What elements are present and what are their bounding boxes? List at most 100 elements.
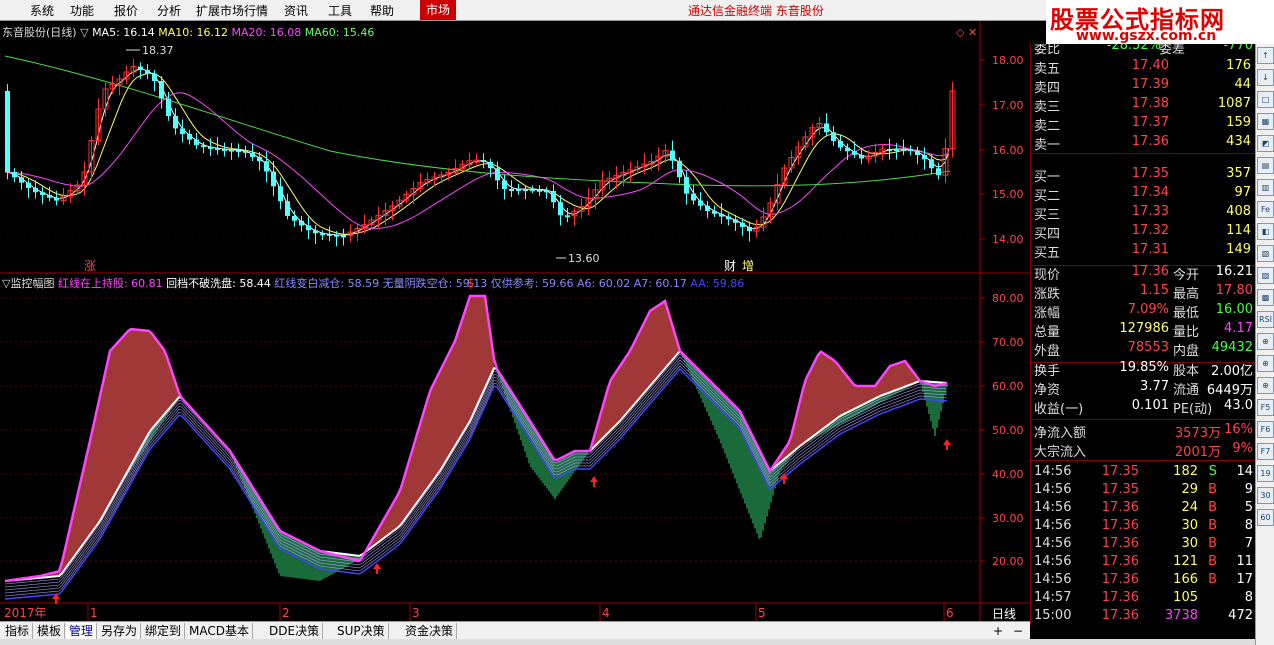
stat-row: 现价 17.36 今开 16.21: [1031, 264, 1255, 283]
close-icon[interactable]: ✕: [968, 26, 977, 39]
kline-chart[interactable]: 18.00 17.00 16.00 15.00 14.00 80.00 70.00 60.00…: [0, 21, 1030, 621]
stat-value: 7.09%: [1127, 302, 1169, 317]
side-tool-button[interactable]: RSI: [1257, 311, 1274, 328]
side-tool-button[interactable]: Fe: [1257, 201, 1274, 218]
indicator-name[interactable]: ▽监控幅图: [2, 277, 54, 290]
indicator-tab[interactable]: 管理: [66, 623, 98, 639]
tick-price: 17.35: [1101, 464, 1139, 479]
tick-volume: 24: [1181, 500, 1198, 515]
stat2-row: 换手 19.85% 股本 2.00亿: [1031, 360, 1255, 379]
indicator-tab[interactable]: MACD基本: [186, 623, 253, 639]
watermark: 股票公式指标网 www.gszx.com.cn: [1046, 0, 1274, 44]
indicator-tab[interactable]: 指标: [2, 623, 34, 639]
side-tool-button[interactable]: 19: [1257, 465, 1274, 482]
ask-price: 17.40: [1131, 58, 1169, 73]
menu-item-quote[interactable]: 报价: [114, 2, 138, 19]
tick-count: 11: [1236, 554, 1253, 569]
bid-label: 买二: [1034, 189, 1061, 204]
flow-row: 大宗流入 2001万 9%: [1031, 441, 1255, 460]
period-label[interactable]: 日线: [986, 605, 1030, 621]
side-tool-button[interactable]: ▤: [1257, 157, 1274, 174]
high-price-label: 18.37: [142, 44, 174, 57]
side-tool-button[interactable]: ▧: [1257, 245, 1274, 262]
side-tool-button[interactable]: ↑: [1257, 47, 1274, 64]
side-tool-button[interactable]: ⊕: [1257, 333, 1274, 350]
tick-count: 17: [1236, 572, 1253, 587]
side-tool-button[interactable]: 30: [1257, 487, 1274, 504]
indicator-tab[interactable]: DDE决策: [266, 623, 324, 639]
side-tool-button[interactable]: ▥: [1257, 179, 1274, 196]
bid-volume: 97: [1234, 185, 1251, 200]
menu-item-system[interactable]: 系统: [30, 2, 54, 19]
x-axis-label: 6: [946, 606, 954, 620]
menu-item-tools[interactable]: 工具: [328, 2, 352, 19]
zoom-in-button[interactable]: +: [990, 623, 1006, 639]
tick-side: B: [1208, 518, 1217, 533]
stat2-row: 收益(一) 0.101 PE(动) 43.0: [1031, 398, 1255, 417]
stat-value-2: 16.21: [1215, 264, 1253, 279]
event-marker-finance[interactable]: 财: [724, 259, 736, 273]
tick-count: 14: [1236, 464, 1253, 479]
side-tool-button[interactable]: ◧: [1257, 223, 1274, 240]
tick-side: B: [1208, 554, 1217, 569]
legend-toggle-icon[interactable]: ▽: [80, 26, 88, 39]
indicator-tab[interactable]: SUP决策: [334, 623, 389, 639]
stat-label-2: 内盘: [1173, 344, 1200, 359]
side-tool-button[interactable]: ⊕: [1257, 377, 1274, 394]
indicator-tab[interactable]: 模板: [34, 623, 66, 639]
tick-price: 17.36: [1101, 608, 1139, 623]
side-tool-button[interactable]: ▨: [1257, 267, 1274, 284]
indicator-tab[interactable]: 绑定到: [142, 623, 186, 639]
indicator-y-tick: 60.00: [992, 380, 1024, 393]
bid-row: 买一 17.35 357: [1031, 166, 1255, 185]
bid-label: 买五: [1034, 246, 1061, 261]
bid-price: 17.32: [1131, 223, 1169, 238]
order-ratio-label: 委比: [1034, 44, 1061, 57]
stat2-value: 19.85%: [1119, 360, 1169, 375]
side-tool-button[interactable]: ◩: [1257, 135, 1274, 152]
tick-volume: 105: [1173, 590, 1198, 605]
indicator-tab[interactable]: 另存为: [98, 623, 142, 639]
indicator-tab[interactable]: 资金决策: [402, 623, 458, 639]
chart-area[interactable]: 18.00 17.00 16.00 15.00 14.00 80.00 70.00 60.00…: [0, 21, 1030, 621]
main-chart-legend: 东音股份(日线) ▽ MA5: 16.14 MA10: 16.12 MA20: …: [2, 24, 374, 40]
side-tool-button[interactable]: ▦: [1257, 113, 1274, 130]
side-tool-button[interactable]: ▩: [1257, 289, 1274, 306]
stat-value: 78553: [1127, 340, 1169, 355]
menu-item-market[interactable]: 市场: [420, 0, 457, 20]
tick-count: 472: [1228, 608, 1253, 623]
stat-label: 涨跌: [1034, 287, 1061, 302]
side-tool-button[interactable]: F7: [1257, 443, 1274, 460]
ask-price: 17.36: [1131, 134, 1169, 149]
menu-item-help[interactable]: 帮助: [370, 2, 394, 19]
zoom-out-button[interactable]: −: [1010, 623, 1026, 639]
side-tool-button[interactable]: 60: [1257, 509, 1274, 526]
side-tool-button[interactable]: F6: [1257, 421, 1274, 438]
bid-volume: 408: [1226, 204, 1251, 219]
order-diff-label: 委差: [1159, 44, 1186, 57]
menu-item-function[interactable]: 功能: [70, 2, 94, 19]
side-tool-button[interactable]: □: [1257, 91, 1274, 108]
menu-item-news[interactable]: 资讯: [284, 2, 308, 19]
x-axis-label: 2: [282, 606, 290, 620]
chart-title: 东音股份(日线): [2, 26, 77, 39]
event-marker-rise[interactable]: 涨: [84, 258, 96, 273]
event-marker-increase[interactable]: 增: [742, 259, 754, 273]
side-tool-button[interactable]: F5: [1257, 399, 1274, 416]
side-tool-button[interactable]: ⊕: [1257, 355, 1274, 372]
menu-item-extended-market[interactable]: 扩展市场行情: [196, 2, 268, 19]
stat2-value-2: 2.00亿: [1211, 364, 1253, 379]
stat-value-2: 17.80: [1215, 283, 1253, 298]
tick-time: 14:56: [1034, 500, 1072, 515]
order-ratio-row: 委比 -28.52% 委差 -770: [1031, 44, 1255, 58]
ask-row: 卖五 17.40 176: [1031, 58, 1255, 77]
menu-item-analysis[interactable]: 分析: [157, 2, 181, 19]
ask-label: 卖四: [1034, 81, 1061, 96]
side-tool-button[interactable]: ↓: [1257, 69, 1274, 86]
restore-icon[interactable]: ◇: [956, 26, 965, 39]
bid-price: 17.35: [1131, 166, 1169, 181]
ask-row: 卖二 17.37 159: [1031, 115, 1255, 134]
x-axis-label: 5: [758, 606, 766, 620]
ma60-label: MA60: 15.46: [304, 26, 375, 39]
order-diff-value: -770: [1223, 44, 1253, 53]
